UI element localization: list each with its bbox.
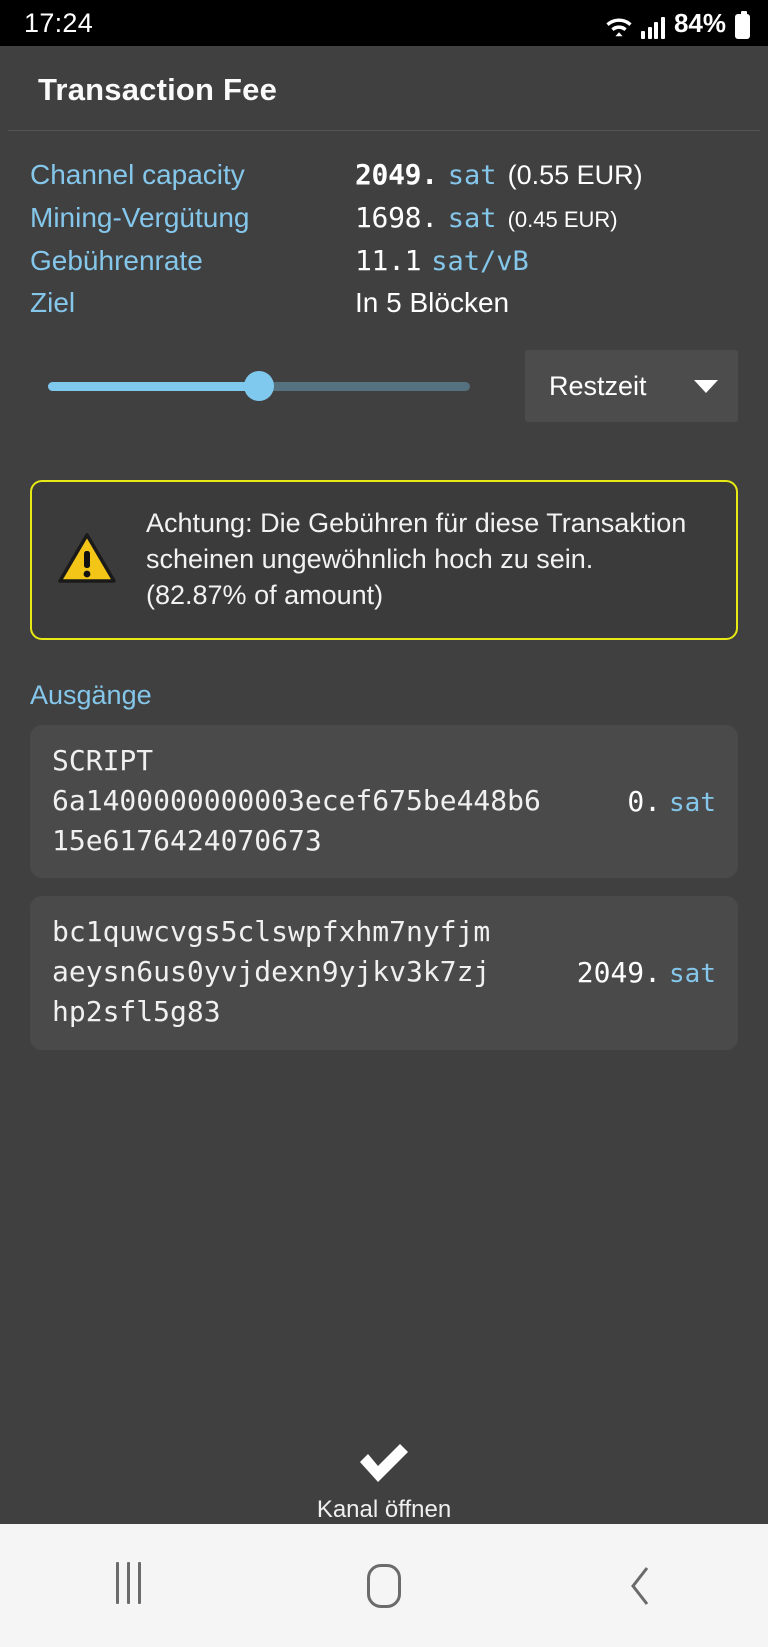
unit-label: sat/vB xyxy=(431,246,529,277)
warning-text: Achtung: Die Gebühren für diese Transakt… xyxy=(146,506,686,614)
back-icon xyxy=(628,1565,652,1607)
fee-control-row: Restzeit xyxy=(0,324,768,422)
system-navigation-bar xyxy=(0,1524,768,1647)
app-bar: Transaction Fee xyxy=(0,46,768,130)
warning-line-2: scheinen ungewöhnlich hoch zu sein. xyxy=(146,544,594,575)
output-amount-value: 2049. xyxy=(576,956,662,990)
output-address-line-2: aeysn6us0yvjdexn9yjkv3k7zj xyxy=(52,955,491,988)
fee-warning-banner: Achtung: Die Gebühren für diese Transakt… xyxy=(30,480,738,640)
output-unit-label: sat xyxy=(669,959,716,990)
output-script-line-1: 6a1400000000003ecef675be448b6 xyxy=(52,783,541,817)
chevron-down-icon xyxy=(694,379,718,393)
open-channel-label: Kanal öffnen xyxy=(316,1496,452,1523)
detail-row-target: Ziel In 5 Blöcken xyxy=(0,282,768,324)
output-item-address[interactable]: bc1quwcvgs5clswpfxhm7nyfjm aeysn6us0yvjd… xyxy=(30,896,738,1050)
nav-recents-button[interactable] xyxy=(58,1524,198,1647)
wifi-icon xyxy=(604,13,634,39)
status-icons: 84% xyxy=(604,8,750,39)
transaction-details: Channel capacity 2049. sat (0.55 EUR) Mi… xyxy=(0,131,768,324)
output-address-line-3: hp2sfl5g83 xyxy=(52,994,221,1028)
nav-home-button[interactable] xyxy=(314,1524,454,1647)
time-mode-dropdown[interactable]: Restzeit xyxy=(525,350,738,422)
detail-label: Mining-Vergütung xyxy=(30,202,250,233)
fiat-value: (0.55 EUR) xyxy=(507,160,643,190)
open-channel-button[interactable]: Kanal öffnen xyxy=(0,1438,768,1524)
output-amount: 0. sat xyxy=(627,785,716,818)
detail-value: 1698. sat (0.45 EUR) xyxy=(355,201,618,234)
warning-triangle-icon xyxy=(58,532,116,589)
fee-rate-slider[interactable] xyxy=(48,356,507,416)
battery-icon xyxy=(735,10,750,39)
detail-label: Gebührenrate xyxy=(30,245,203,276)
output-amount: 2049. sat xyxy=(577,956,716,989)
output-address-line-1: bc1quwcvgs5clswpfxhm7nyfjm xyxy=(52,915,491,949)
output-amount-value: 0. xyxy=(627,785,662,818)
detail-row-channel-capacity: Channel capacity 2049. sat (0.55 EUR) xyxy=(0,153,768,196)
status-bar: 17:24 84% xyxy=(0,0,768,46)
warning-line-1: Achtung: Die Gebühren für diese Transakt… xyxy=(146,508,687,539)
output-content: SCRIPT 6a1400000000003ecef675be448b6 15e… xyxy=(52,741,541,860)
home-icon xyxy=(367,1563,401,1608)
detail-label: Ziel xyxy=(30,287,76,318)
outputs-section-title: Ausgänge xyxy=(30,680,152,710)
detail-label: Channel capacity xyxy=(30,159,245,190)
status-time: 17:24 xyxy=(24,7,94,38)
output-unit-label: sat xyxy=(669,788,716,818)
phone-screen: 17:24 84% Transaction Fee Channel capaci… xyxy=(0,0,768,1647)
battery-percent-label: 84% xyxy=(673,7,726,38)
recents-icon xyxy=(112,1562,145,1609)
detail-row-fee-rate: Gebührenrate 11.1 sat/vB xyxy=(0,239,768,282)
unit-label: sat xyxy=(447,203,497,234)
unit-label: sat xyxy=(447,160,497,191)
detail-value: In 5 Blöcken xyxy=(355,287,509,319)
slider-fill xyxy=(48,381,259,391)
amount-value: 11.1 xyxy=(355,244,422,277)
warning-line-3: (82.87% of amount) xyxy=(146,579,384,610)
slider-track[interactable] xyxy=(48,371,470,401)
detail-value: 11.1 sat/vB xyxy=(355,244,529,277)
cellular-signal-icon xyxy=(641,16,665,39)
amount-value: 1698. xyxy=(355,201,438,234)
detail-value: 2049. sat (0.55 EUR) xyxy=(355,158,643,191)
fiat-value: (0.45 EUR) xyxy=(507,207,618,232)
amount-value: 2049. xyxy=(355,158,438,191)
nav-back-button[interactable] xyxy=(570,1524,710,1647)
dropdown-selected-label: Restzeit xyxy=(549,370,647,401)
detail-row-mining-fee: Mining-Vergütung 1698. sat (0.45 EUR) xyxy=(0,196,768,239)
page-title: Transaction Fee xyxy=(38,72,278,107)
output-type-label: SCRIPT xyxy=(52,744,154,777)
slider-thumb[interactable] xyxy=(244,371,274,401)
output-content: bc1quwcvgs5clswpfxhm7nyfjm aeysn6us0yvjd… xyxy=(52,912,490,1031)
output-script-line-2: 15e6176424070673 xyxy=(52,823,322,857)
output-item-script[interactable]: SCRIPT 6a1400000000003ecef675be448b6 15e… xyxy=(30,725,738,879)
checkmark-icon xyxy=(355,1438,413,1486)
target-value: In 5 Blöcken xyxy=(355,287,510,318)
